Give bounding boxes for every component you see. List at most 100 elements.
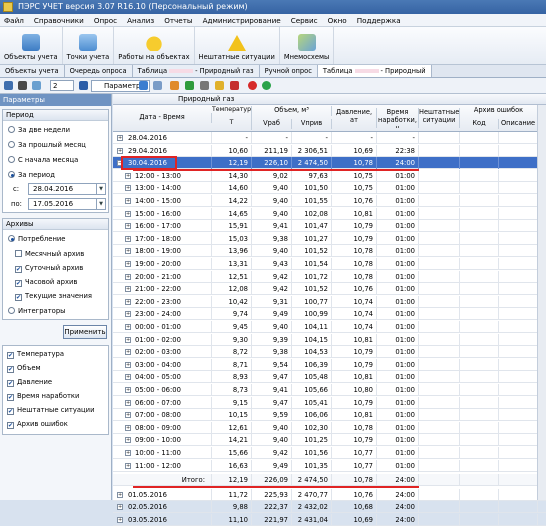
expand-icon[interactable]: + bbox=[125, 387, 131, 393]
menu-item-reports[interactable]: Отчеты bbox=[164, 14, 192, 26]
integrators-option[interactable]: Интеграторы bbox=[8, 307, 66, 315]
expand-icon[interactable]: + bbox=[125, 374, 131, 381]
save-icon[interactable] bbox=[4, 81, 13, 90]
expand-icon[interactable]: + bbox=[125, 324, 131, 330]
hour-row[interactable]: 19:00 - 20:00 13,31 9,43 101,54 10,78 01:00 + bbox=[113, 258, 546, 270]
hour-row[interactable]: 18:00 - 19:00 13,96 9,40 101,52 10,78 01:00 + bbox=[113, 245, 546, 258]
expand-icon[interactable]: + bbox=[125, 210, 131, 217]
expand-icon[interactable]: + bbox=[125, 273, 131, 280]
expand-icon[interactable]: + bbox=[125, 437, 131, 444]
day-row[interactable]: 03.05.2016 11,10 221,97 2 431,04 10,69 24:00 + bbox=[113, 514, 546, 526]
alert-icon[interactable] bbox=[230, 81, 239, 90]
expand-icon[interactable]: + bbox=[125, 462, 131, 469]
menu-item-window[interactable]: Окно bbox=[328, 14, 347, 26]
expand-icon[interactable]: + bbox=[117, 517, 123, 523]
points-button[interactable]: Точки учета bbox=[63, 27, 115, 64]
hour-row[interactable]: 15:00 - 16:00 14,65 9,40 102,08 10,81 01:00 + bbox=[113, 207, 546, 220]
refresh-icon[interactable] bbox=[139, 81, 148, 90]
hour-row[interactable]: 05:00 - 06:00 8,73 9,41 105,66 10,80 01:00 + bbox=[113, 384, 546, 396]
hour-row[interactable]: 00:00 - 01:00 9,45 9,40 104,11 10,74 01:00 + bbox=[113, 321, 546, 333]
hour-row[interactable]: 17:00 - 18:00 15,03 9,38 101,27 10,79 01:00 + bbox=[113, 232, 546, 245]
expand-icon[interactable]: + bbox=[117, 147, 123, 154]
expand-icon[interactable]: + bbox=[125, 399, 131, 406]
chevron-down-icon[interactable]: ▼ bbox=[96, 184, 105, 194]
daily-archive[interactable]: ✔ Суточный архив bbox=[15, 264, 83, 273]
menu-item-admin[interactable]: Администрирование bbox=[203, 14, 281, 26]
period-custom[interactable]: За период bbox=[8, 171, 55, 179]
expand-icon[interactable]: + bbox=[125, 261, 131, 267]
menu-item-poll[interactable]: Опрос bbox=[94, 14, 117, 26]
hour-row[interactable]: 13:00 - 14:00 14,60 9,40 101,50 10,75 01:00 + bbox=[113, 182, 546, 195]
copy-icon[interactable] bbox=[32, 81, 41, 90]
hour-row[interactable]: 11:00 - 12:00 16,63 9,49 101,35 10,77 01:00 + bbox=[113, 459, 546, 472]
hour-row[interactable]: 21:00 - 22:00 12,08 9,42 101,52 10,76 01:00 + bbox=[113, 283, 546, 296]
stop-icon[interactable] bbox=[248, 81, 257, 90]
start-icon[interactable] bbox=[262, 81, 271, 90]
hour-row[interactable]: 03:00 - 04:00 8,71 9,54 106,39 10,79 01:00 + bbox=[113, 358, 546, 371]
filter-icon[interactable] bbox=[79, 81, 88, 90]
works-button[interactable]: Работы на объектах bbox=[114, 27, 195, 64]
period-month-start[interactable]: С начала месяца bbox=[8, 156, 78, 164]
tab-objects[interactable]: Объекты учета bbox=[0, 65, 65, 77]
tree-item-faults[interactable]: ✔ Нештатные ситуации bbox=[7, 406, 95, 415]
page-number-input[interactable]: 2 bbox=[50, 80, 74, 91]
expand-icon[interactable]: + bbox=[117, 491, 123, 498]
col-code[interactable]: Код bbox=[460, 119, 499, 129]
columns-icon[interactable] bbox=[200, 81, 209, 90]
expand-icon[interactable]: + bbox=[125, 223, 131, 230]
tree-item-runtime[interactable]: ✔ Время наработки bbox=[7, 392, 79, 401]
expand-icon[interactable]: + bbox=[125, 361, 131, 368]
col-runtime[interactable]: Время наработки, ч bbox=[377, 108, 419, 128]
mnemo-button[interactable]: Мнемосхемы bbox=[280, 27, 335, 64]
expand-icon[interactable]: + bbox=[125, 311, 131, 318]
col-pressure[interactable]: Давление, ат bbox=[332, 108, 377, 128]
note-icon[interactable] bbox=[215, 81, 224, 90]
hour-row[interactable]: 22:00 - 23:00 10,42 9,31 100,77 10,74 01:00 + bbox=[113, 295, 546, 308]
col-temp[interactable]: Температура T bbox=[212, 106, 252, 130]
tab-poll-queue[interactable]: Очередь опроса bbox=[64, 65, 133, 77]
hour-row[interactable]: 16:00 - 17:00 15,91 9,41 101,47 10,79 01:00 + bbox=[113, 220, 546, 233]
col-faults[interactable]: Нештатные ситуации bbox=[419, 108, 460, 128]
expand-icon[interactable]: + bbox=[125, 235, 131, 242]
period-last-month[interactable]: За прошлый месяц bbox=[8, 141, 86, 149]
settings-icon[interactable] bbox=[153, 81, 162, 90]
menu-item-directories[interactable]: Справочники bbox=[34, 14, 84, 26]
expand-icon[interactable]: + bbox=[125, 450, 131, 456]
col-datetime[interactable]: Дата - Время bbox=[113, 113, 212, 123]
col-vrab[interactable]: Vраб bbox=[252, 119, 292, 129]
vertical-scrollbar[interactable] bbox=[537, 105, 546, 500]
apply-button[interactable]: Применить bbox=[63, 325, 107, 339]
faults-button[interactable]: Нештатные ситуации bbox=[195, 27, 280, 64]
chevron-down-icon[interactable]: ▼ bbox=[96, 199, 105, 209]
menu-item-file[interactable]: Файл bbox=[4, 14, 24, 26]
tab-table-gas[interactable]: Таблица - Природный газ bbox=[132, 65, 260, 77]
current-values[interactable]: ✔ Текущие значения bbox=[15, 292, 92, 301]
expand-icon[interactable]: + bbox=[117, 504, 123, 511]
hour-row[interactable]: 04:00 - 05:00 8,93 9,47 105,48 10,81 01:00 + bbox=[113, 371, 546, 384]
col-vpriv[interactable]: Vприв bbox=[292, 119, 332, 129]
expand-icon[interactable]: + bbox=[125, 412, 131, 419]
expand-icon[interactable]: + bbox=[125, 198, 131, 204]
hour-row[interactable]: 12:00 - 13:00 14,30 9,02 97,63 10,75 01:00 + bbox=[113, 169, 546, 182]
tree-item-pressure[interactable]: ✔ Давление bbox=[7, 378, 52, 387]
expand-icon[interactable]: + bbox=[125, 172, 131, 179]
tree-item-volume[interactable]: ✔ Объем bbox=[7, 364, 41, 373]
hour-row[interactable]: 08:00 - 09:00 12,61 9,40 102,30 10,78 01:00 + bbox=[113, 421, 546, 434]
date-from-field[interactable]: 28.04.2016 ▼ bbox=[28, 183, 106, 195]
hour-row[interactable]: 14:00 - 15:00 14,22 9,40 101,55 10,76 01:00 + bbox=[113, 195, 546, 207]
hour-row[interactable]: 01:00 - 02:00 9,30 9,39 104,15 10,81 01:00 + bbox=[113, 333, 546, 346]
day-row[interactable]: 01.05.2016 11,72 225,93 2 470,77 10,76 24:00 + bbox=[113, 488, 546, 501]
menu-item-analysis[interactable]: Анализ bbox=[127, 14, 154, 26]
day-row[interactable]: 02.05.2016 9,88 222,37 2 432,02 10,68 24:00 + bbox=[113, 501, 546, 514]
expand-icon[interactable]: + bbox=[125, 424, 131, 431]
hour-row[interactable]: 10:00 - 11:00 15,66 9,42 101,56 10,77 01:00 + bbox=[113, 447, 546, 459]
expand-icon[interactable]: + bbox=[125, 286, 131, 293]
hour-row[interactable]: 20:00 - 21:00 12,51 9,42 101,72 10,78 01:00 + bbox=[113, 270, 546, 283]
hour-row[interactable]: 07:00 - 08:00 10,15 9,59 106,06 10,81 01:00 + bbox=[113, 409, 546, 422]
expand-icon[interactable]: + bbox=[125, 336, 131, 343]
expand-icon[interactable]: + bbox=[125, 185, 131, 192]
objects-button[interactable]: Объекты учета bbox=[0, 27, 63, 64]
monthly-archive[interactable]: Месячный архив bbox=[15, 250, 84, 258]
tree-item-temperature[interactable]: ✔ Температура bbox=[7, 350, 64, 359]
hour-row[interactable]: 23:00 - 24:00 9,74 9,49 100,99 10,74 01:00 + bbox=[113, 308, 546, 321]
